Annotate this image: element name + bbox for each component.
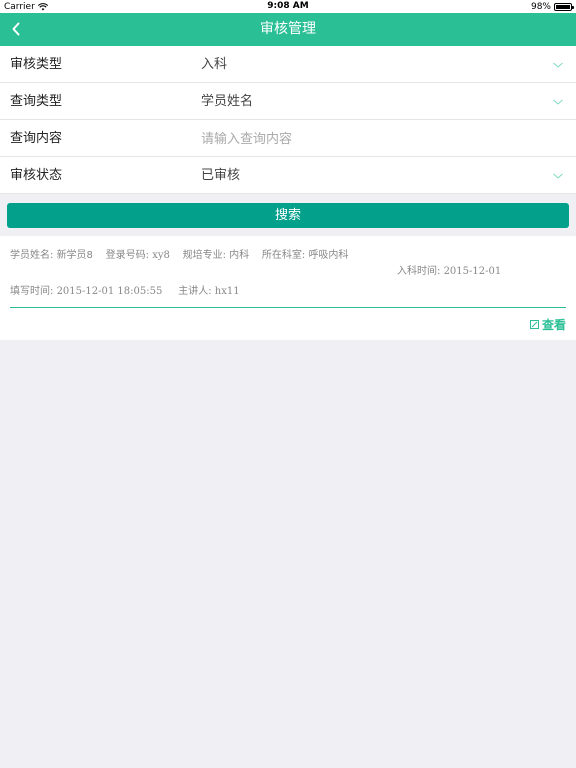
query-content-label: 查询内容	[10, 131, 63, 146]
chevron-down-icon	[553, 173, 563, 179]
battery-percent: 98%	[530, 1, 551, 12]
audit-status-label: 审核状态	[10, 168, 63, 183]
query-type-label: 查询类型	[10, 94, 63, 109]
entry-time-value: 2015-12-01	[443, 266, 502, 277]
audit-type-row[interactable]: 审核类型 入科	[0, 46, 576, 83]
query-content-input[interactable]	[201, 128, 561, 150]
record-line-1: 学员姓名: 新学员8 登录号码: xy8 规培专业: 内科 所在科室: 呼吸内科	[10, 246, 348, 261]
filled-time-label: 填写时间:	[10, 286, 54, 297]
record-line-2: 入科时间: 2015-12-01	[397, 262, 501, 277]
status-bar: Carrier 9:08 AM 98%	[0, 0, 576, 13]
battery-fill	[556, 4, 570, 9]
audit-status-row[interactable]: 审核状态 已审核	[0, 157, 576, 194]
query-type-value: 学员姓名	[201, 94, 254, 109]
student-name-value: 新学员8	[56, 250, 93, 261]
status-time: 9:08 AM	[267, 1, 309, 11]
edit-icon	[529, 320, 539, 329]
query-type-row[interactable]: 查询类型 学员姓名	[0, 83, 576, 120]
speaker-label: 主讲人:	[178, 286, 212, 297]
filled-time-value: 2015-12-01 18:05:55	[56, 286, 163, 297]
view-button[interactable]: 查看	[529, 316, 566, 333]
chevron-down-icon	[553, 62, 563, 68]
speaker-value: hx11	[214, 286, 240, 297]
chevron-left-icon	[12, 22, 20, 36]
chevron-down-icon	[553, 99, 563, 105]
login-value: xy8	[152, 250, 170, 261]
view-label: 查看	[541, 318, 566, 332]
card-divider	[10, 307, 566, 308]
nav-bar: 审核管理	[0, 13, 576, 46]
battery-icon	[554, 2, 574, 11]
audit-type-label: 审核类型	[10, 57, 63, 72]
status-right: 98%	[530, 0, 574, 13]
search-area: 搜索	[0, 196, 576, 236]
major-value: 内科	[229, 250, 250, 261]
search-button[interactable]: 搜索	[7, 203, 569, 228]
audit-status-value: 已审核	[201, 168, 241, 183]
login-label: 登录号码:	[105, 250, 150, 261]
page-title: 审核管理	[260, 21, 316, 37]
dept-label: 所在科室:	[261, 250, 306, 261]
record-line-3: 填写时间: 2015-12-01 18:05:55 主讲人: hx11	[10, 282, 240, 297]
entry-time-label: 入科时间:	[397, 266, 441, 277]
major-label: 规培专业:	[182, 250, 226, 261]
query-content-row: 查询内容	[0, 120, 576, 157]
dept-value: 呼吸内科	[308, 250, 349, 261]
student-name-label: 学员姓名:	[10, 250, 54, 261]
record-card: 学员姓名: 新学员8 登录号码: xy8 规培专业: 内科 所在科室: 呼吸内科…	[0, 236, 576, 340]
audit-type-value: 入科	[201, 57, 228, 72]
filter-form: 审核类型 入科 查询类型 学员姓名 查询内容 审核状态 已审核	[0, 46, 576, 194]
back-button[interactable]	[6, 19, 26, 39]
